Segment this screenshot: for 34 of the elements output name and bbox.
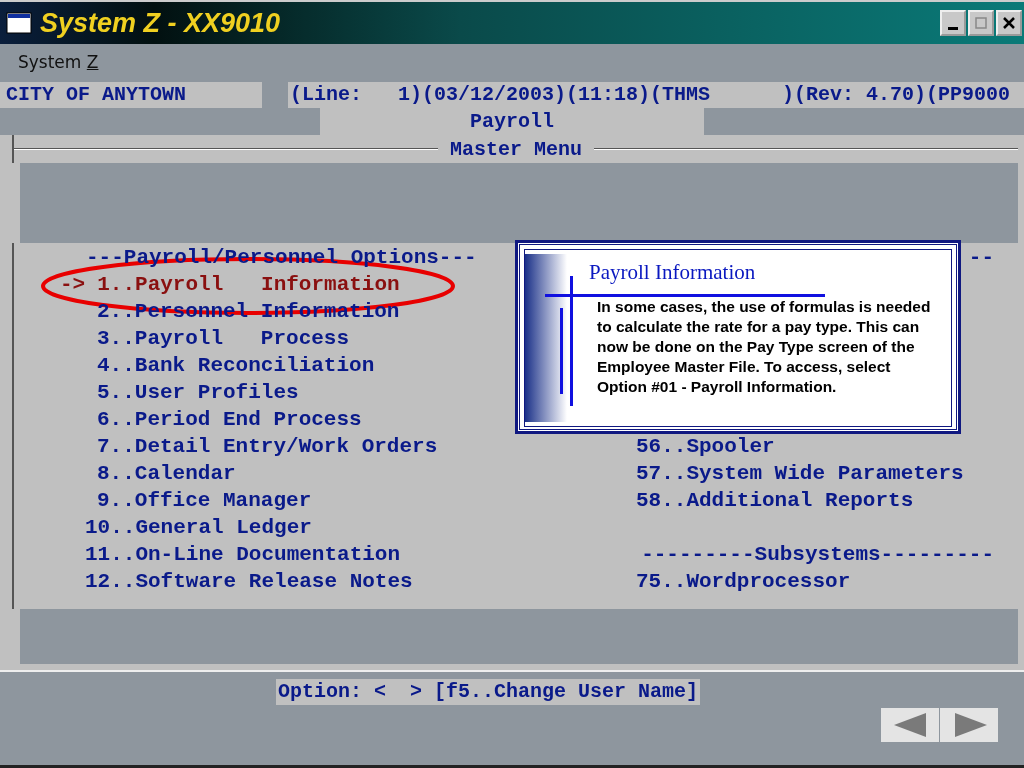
- menu-option[interactable]: 8..Calendar: [97, 460, 236, 487]
- section-header: ---------Subsystems---------: [641, 542, 994, 568]
- section-header: --: [968, 245, 994, 271]
- menu-option[interactable]: 9..Office Manager: [97, 487, 312, 514]
- next-button[interactable]: [940, 708, 998, 742]
- menu-option[interactable]: 57..System Wide Parameters: [636, 460, 964, 487]
- option-prompt[interactable]: Option: < > [f5..Change User Name]: [276, 679, 701, 705]
- menu-option[interactable]: 1..Payroll Information: [97, 271, 400, 298]
- close-icon: [1002, 16, 1016, 30]
- back-button[interactable]: [881, 708, 939, 742]
- menu-option[interactable]: 58..Additional Reports: [636, 487, 914, 514]
- organization-field: CITY OF ANYTOWN: [0, 82, 262, 108]
- menu-option[interactable]: 75..Wordprocessor: [636, 568, 851, 595]
- maximize-icon: [974, 16, 988, 30]
- menu-option[interactable]: 5..User Profiles: [97, 379, 299, 406]
- module-title: Payroll: [320, 108, 704, 135]
- menu-item[interactable]: System Z: [18, 52, 99, 72]
- menu-option[interactable]: 6..Period End Process: [97, 406, 362, 433]
- menu-option[interactable]: 11..On-Line Documentation: [85, 541, 401, 568]
- menu-option[interactable]: 12..Software Release Notes: [85, 568, 413, 595]
- session-info: (Line: 1)(03/12/2003)(11:18)(THMS )(Rev: 4.70)(PP9000: [288, 82, 1024, 108]
- menu-option[interactable]: 7..Detail Entry/Work Orders: [97, 433, 438, 460]
- minimize-button[interactable]: [940, 10, 966, 36]
- pointer-arrow: ->: [60, 272, 87, 298]
- window-icon: [6, 12, 32, 34]
- menu-option[interactable]: 10..General Ledger: [85, 514, 312, 541]
- callout-title: Payroll Information: [589, 260, 757, 285]
- menu-option[interactable]: 56..Spooler: [636, 433, 775, 460]
- minimize-icon: [948, 26, 958, 30]
- callout-text: In some cases, the use of formulas is needed to calculate the rate for a pay type. This can now be done on the Pay Type screen of the Employee Master File. To access, select Option #01 - Payroll Information.: [597, 297, 932, 397]
- window-title: System Z - XX9010: [40, 7, 281, 39]
- close-button[interactable]: [996, 10, 1022, 36]
- menu-option[interactable]: 3..Payroll Process: [97, 325, 350, 352]
- menu-option[interactable]: 4..Bank Reconciliation: [97, 352, 375, 379]
